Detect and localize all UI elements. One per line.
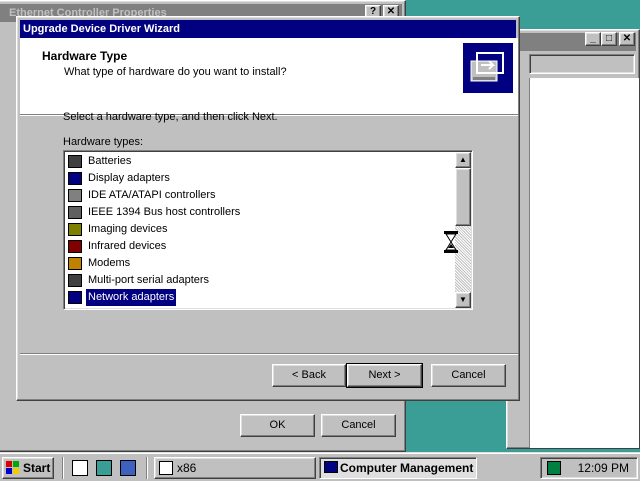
list-item-label: Imaging devices <box>88 223 168 235</box>
hardware-types-list[interactable]: Batteries Display adapters IDE ATA/ATAPI c… <box>63 150 473 310</box>
taskbar-separator <box>146 457 148 479</box>
wizard-window: Upgrade Device Driver Wizard Hardware Ty… <box>16 16 520 401</box>
header-title: Hardware Type <box>42 49 128 63</box>
battery-icon <box>68 155 82 168</box>
infrared-icon <box>68 240 82 253</box>
start-label: Start <box>23 461 51 475</box>
windows-logo-icon <box>6 461 20 475</box>
taskbar: Start x86 Computer Management 12:09 PM <box>0 452 640 481</box>
clock[interactable]: 12:09 PM <box>578 458 629 478</box>
back-button[interactable]: < Back <box>272 364 346 387</box>
task-label: Computer Management <box>340 461 474 475</box>
list-item-label: IDE ATA/ATAPI controllers <box>88 189 216 201</box>
camera-icon <box>68 223 82 236</box>
hardware-wizard-icon <box>463 43 513 93</box>
network-adapter-icon <box>68 291 82 304</box>
system-tray: 12:09 PM <box>540 457 638 479</box>
wizard-header: Hardware Type What type of hardware do y… <box>20 38 518 115</box>
computer-management-window: _ □ ✕ <box>506 29 640 449</box>
next-button[interactable]: Next > <box>346 363 423 388</box>
list-item-label: Infrared devices <box>88 240 167 252</box>
wizard-title: Upgrade Device Driver Wizard <box>23 23 181 35</box>
quicklaunch-ie-icon[interactable] <box>120 460 136 476</box>
maximize-button[interactable]: □ <box>601 32 617 46</box>
start-button[interactable]: Start <box>2 457 54 479</box>
list-item-label: IEEE 1394 Bus host controllers <box>88 206 241 218</box>
ok-button[interactable]: OK <box>240 414 315 437</box>
cm-toolbar <box>529 54 635 74</box>
minimize-button[interactable]: _ <box>585 32 601 46</box>
list-label: Hardware types: <box>63 136 144 148</box>
close-button[interactable]: ✕ <box>619 32 635 46</box>
header-subtitle: What type of hardware do you want to ins… <box>64 66 287 78</box>
quicklaunch-desktop-icon[interactable] <box>96 460 112 476</box>
hourglass-cursor-icon <box>444 231 458 253</box>
vertical-scrollbar[interactable]: ▲ ▼ <box>455 152 471 308</box>
cancel-button[interactable]: Cancel <box>321 414 396 437</box>
list-item-label: Network adapters <box>86 289 177 306</box>
footer-divider <box>20 353 518 355</box>
taskbar-separator <box>62 457 64 479</box>
modem-icon <box>68 257 82 270</box>
monitor-icon <box>68 172 82 185</box>
drive-icon <box>68 189 82 202</box>
instruction-text: Select a hardware type, and then click N… <box>63 111 278 123</box>
scroll-down-button[interactable]: ▼ <box>455 292 471 308</box>
quicklaunch-explorer-icon[interactable] <box>72 460 88 476</box>
scroll-thumb[interactable] <box>455 168 471 226</box>
taskbar-item-x86[interactable]: x86 <box>154 457 316 479</box>
task-label: x86 <box>177 461 197 475</box>
folder-search-icon <box>159 461 173 475</box>
bus-controller-icon <box>68 206 82 219</box>
list-item-label: Modems <box>88 257 131 269</box>
scroll-up-button[interactable]: ▲ <box>455 152 471 168</box>
network-tray-icon[interactable] <box>547 461 561 475</box>
cancel-button[interactable]: Cancel <box>431 364 506 387</box>
cm-content-pane[interactable] <box>529 78 639 448</box>
serial-port-icon <box>68 274 82 287</box>
wizard-titlebar[interactable]: Upgrade Device Driver Wizard <box>20 20 516 38</box>
cm-titlebar[interactable] <box>510 33 636 51</box>
taskbar-item-computer-management[interactable]: Computer Management <box>319 457 477 479</box>
list-item-label: Batteries <box>88 155 132 167</box>
list-item-label: Multi-port serial adapters <box>88 274 210 286</box>
list-item-label: Display adapters <box>88 172 170 184</box>
computer-icon <box>324 461 338 473</box>
